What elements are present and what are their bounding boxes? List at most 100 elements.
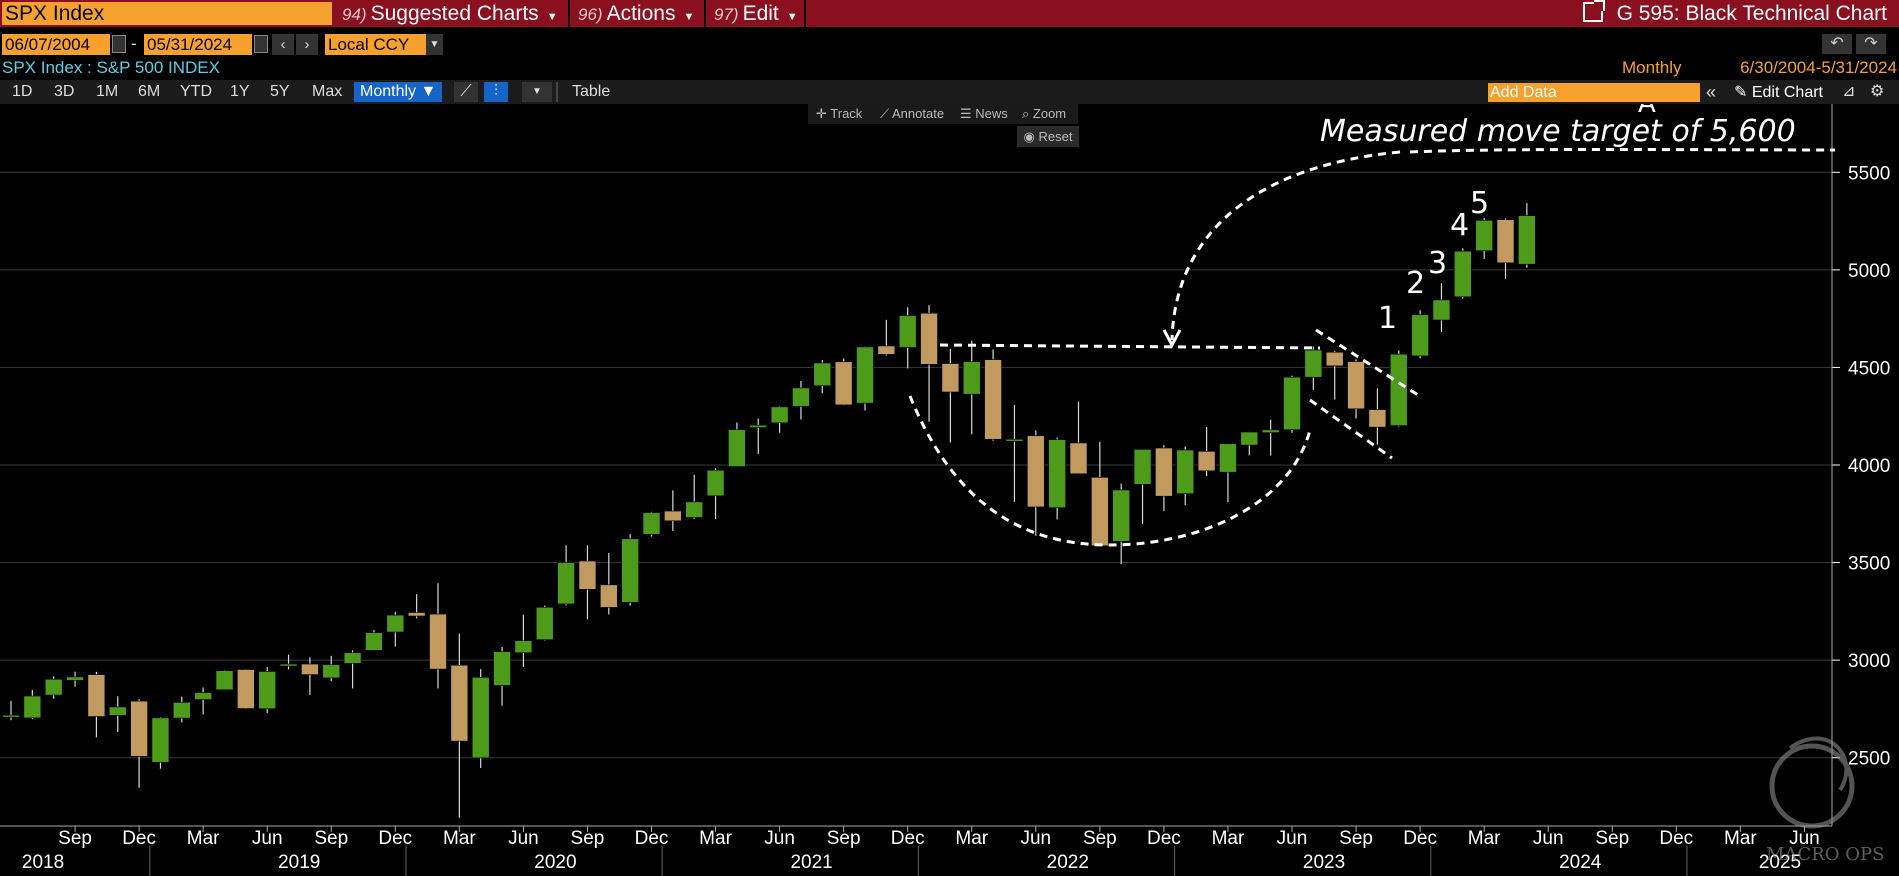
candle-body — [429, 613, 447, 670]
suggested-charts-menu[interactable]: 94) Suggested Charts ▼ — [342, 0, 558, 27]
collapse-icon[interactable]: « — [1706, 82, 1716, 102]
menu-label: Actions — [606, 2, 676, 25]
candles — [2, 203, 1536, 818]
watermark-text: MACRO OPS — [1766, 844, 1884, 865]
caret-down-icon: ▼ — [546, 11, 558, 23]
candle-body — [1347, 361, 1365, 410]
edit-menu[interactable]: 97) Edit ▼ — [714, 0, 798, 27]
x-year-label: 2018 — [22, 852, 64, 873]
period-ytd-button[interactable]: YTD — [180, 82, 212, 102]
prev-period-button[interactable]: ‹ — [272, 34, 294, 55]
x-tick-label: Dec — [891, 828, 925, 849]
table-button[interactable]: Table — [572, 82, 610, 102]
top-bar: SPX Index 94) Suggested Charts ▼ 96) Action… — [0, 0, 1899, 27]
period-5y-button[interactable]: 5Y — [270, 82, 290, 102]
candle-body — [151, 717, 170, 763]
x-tick-label: Mar — [955, 828, 988, 849]
candle-body — [343, 652, 362, 664]
candle-body — [1133, 449, 1152, 485]
candle-body — [322, 664, 341, 679]
x-tick-label: Jun — [252, 828, 283, 849]
undo-icon[interactable]: ↶ — [1822, 34, 1852, 54]
frequency-dropdown[interactable]: Monthly ▼ — [354, 82, 443, 102]
candle-body — [1518, 215, 1536, 265]
candle-body — [301, 663, 319, 675]
x-tick-label: Sep — [1083, 828, 1117, 849]
chart-type-dropdown-icon[interactable]: ▼ — [522, 82, 552, 102]
period-1d-button[interactable]: 1D — [12, 82, 32, 102]
candle-body — [1325, 351, 1344, 367]
security-name: SPX Index : S&P 500 INDEX — [2, 58, 220, 77]
next-period-button[interactable]: › — [296, 34, 318, 55]
date-controls: 06/07/2004 - 05/31/2024 ‹ › Local CCY ▼ … — [0, 32, 1899, 58]
x-tick-label: Mar — [1724, 828, 1757, 849]
actions-menu[interactable]: 96) Actions ▼ — [578, 0, 694, 27]
x-tick-label: Jun — [1277, 828, 1308, 849]
wave-label: 1 — [1378, 301, 1397, 336]
candle-body — [1112, 489, 1130, 542]
y-tick-label: 3000 — [1848, 651, 1890, 672]
candle-body — [557, 562, 575, 605]
window-title-text: G 595: Black Technical Chart — [1616, 2, 1887, 25]
redo-icon[interactable]: ↷ — [1856, 34, 1886, 54]
x-tick-label: Dec — [378, 828, 412, 849]
candle-body — [1219, 443, 1237, 473]
candle-body — [44, 678, 63, 696]
y-tick-label: 5500 — [1848, 163, 1890, 184]
candle-body — [1304, 349, 1323, 378]
external-link-icon[interactable] — [1582, 0, 1605, 22]
candle-body — [365, 632, 383, 651]
candle-body — [1475, 220, 1493, 252]
add-data-input[interactable]: Add Data — [1488, 83, 1700, 102]
candle-body — [407, 612, 426, 617]
candle-body — [941, 363, 960, 393]
calendar-icon[interactable] — [254, 35, 268, 53]
end-date-input[interactable]: 05/31/2024 — [144, 34, 252, 55]
x-year-label: 2020 — [534, 852, 576, 873]
x-tick-label: Sep — [314, 828, 348, 849]
candle-body — [642, 512, 661, 535]
candle-body — [130, 700, 148, 757]
period-3d-button[interactable]: 3D — [54, 82, 74, 102]
candle-body — [23, 695, 42, 719]
x-tick-label: Mar — [187, 828, 220, 849]
candlestick-chart[interactable]: 2500 3000 3500 4000 4500 5000 5500 Sep Dec Mar Ju… — [0, 104, 1899, 876]
x-tick-label: Jun — [764, 828, 795, 849]
candle-body — [450, 664, 469, 742]
candle-body — [258, 671, 277, 710]
candle-body — [493, 651, 511, 686]
line-chart-icon[interactable]: ⟋ — [454, 82, 478, 102]
period-6m-button[interactable]: 6M — [138, 82, 160, 102]
period-1m-button[interactable]: 1M — [96, 82, 118, 102]
start-date-input[interactable]: 06/07/2004 — [2, 34, 110, 55]
wave-label: 4 — [1450, 208, 1469, 243]
menu-number: 94) — [342, 5, 367, 24]
calendar-icon[interactable] — [112, 35, 126, 53]
x-tick-label: Dec — [122, 828, 156, 849]
chevron-down-icon[interactable]: ▼ — [426, 34, 443, 55]
ticker-input[interactable]: SPX Index — [2, 2, 332, 25]
period-max-button[interactable]: Max — [312, 82, 342, 102]
target-arc — [1170, 150, 1401, 341]
candle-body — [856, 346, 874, 404]
candle-body — [685, 501, 704, 518]
candle-body — [664, 510, 682, 522]
gear-icon[interactable]: ⚙ — [1870, 82, 1884, 102]
candle-body — [471, 677, 490, 759]
x-tick-label: Sep — [1595, 828, 1629, 849]
candle-body — [1027, 435, 1045, 508]
x-tick-label: Mar — [1468, 828, 1501, 849]
toolbar-divider — [556, 82, 558, 102]
candle-body — [1091, 476, 1109, 547]
y-axis-labels: 2500 3000 3500 4000 4500 5000 5500 — [1831, 104, 1890, 826]
candle-body — [1240, 431, 1259, 446]
candlestick-icon[interactable]: ⫶ — [484, 82, 508, 102]
chart-settings-icon[interactable]: ⊿ — [1842, 82, 1855, 102]
x-tick-label: Sep — [58, 828, 92, 849]
edit-chart-button[interactable]: ✎ Edit Chart — [1734, 82, 1823, 102]
wave-a-label: A — [1638, 104, 1656, 119]
candle-body — [1069, 442, 1088, 475]
menu-divider — [704, 0, 706, 27]
candle-body — [1389, 353, 1408, 426]
period-1y-button[interactable]: 1Y — [230, 82, 250, 102]
